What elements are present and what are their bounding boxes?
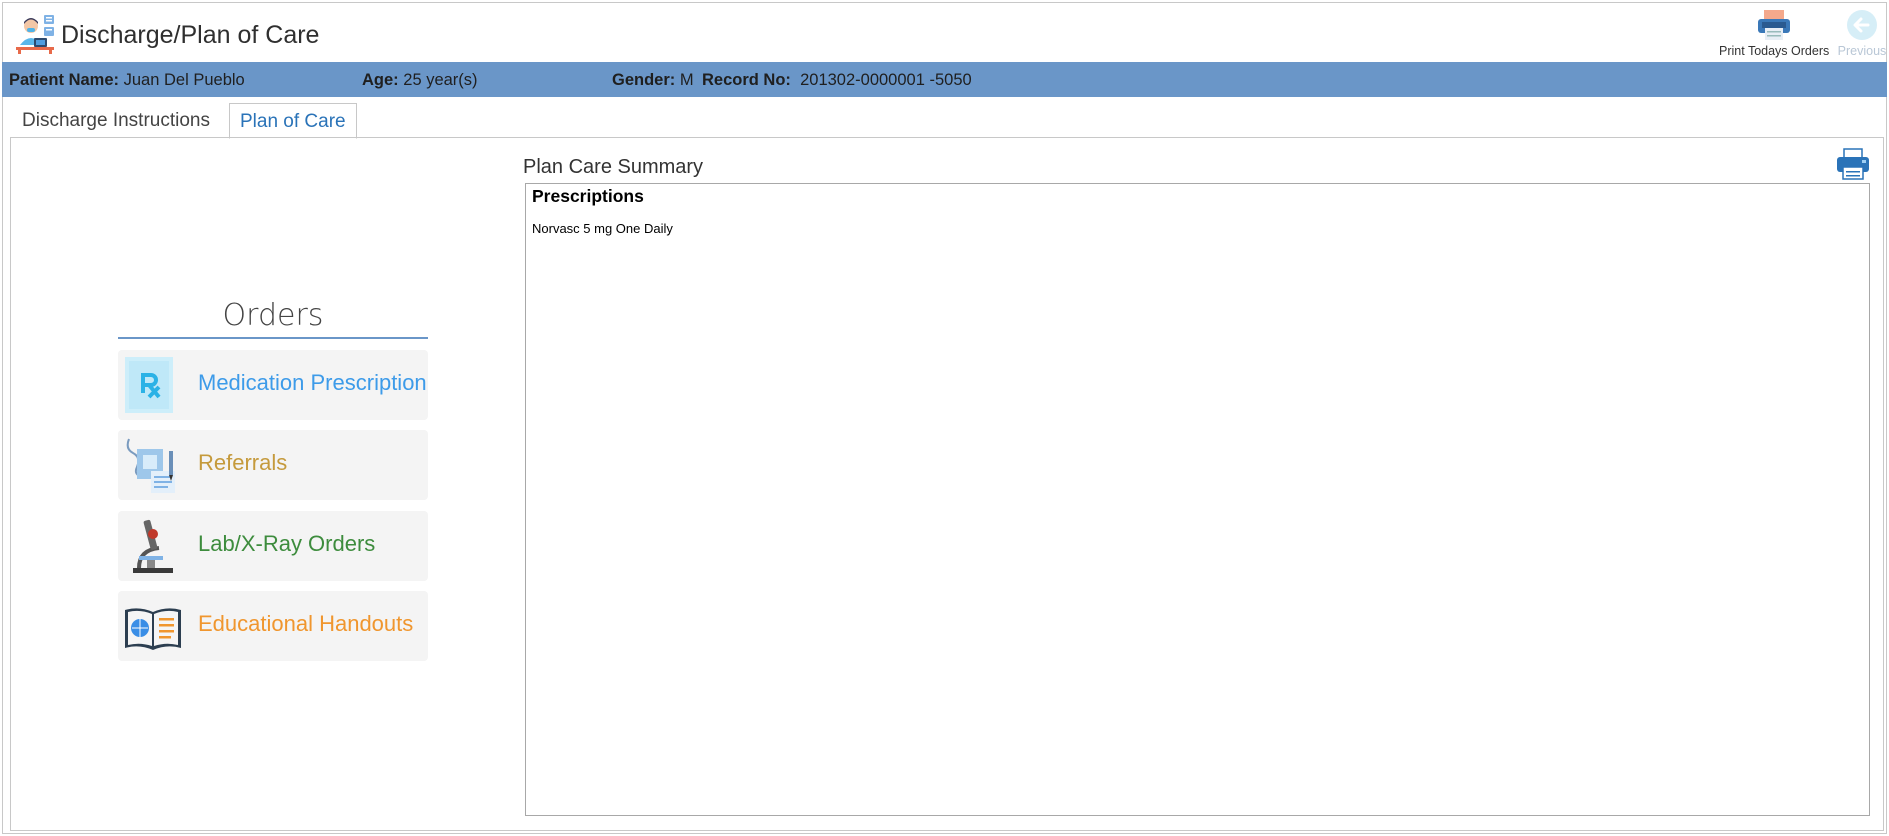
patient-info-bar: Patient Name: Juan Del Pueblo Age: 25 ye… <box>2 62 1887 97</box>
previous-label: Previous <box>1837 44 1887 58</box>
plan-care-summary-box[interactable]: Prescriptions Norvasc 5 mg One Daily <box>525 183 1870 816</box>
prescription-line: Norvasc 5 mg One Daily <box>532 221 673 236</box>
previous-button[interactable]: Previous <box>1835 9 1889 58</box>
record-number-label: Record No: <box>702 71 791 89</box>
lab-xray-orders-label: Lab/X-Ray Orders <box>198 531 376 556</box>
print-todays-orders-button[interactable]: Print Todays Orders <box>1719 9 1829 58</box>
educational-handouts-button[interactable]: Educational Handouts <box>118 591 428 661</box>
medication-prescription-label: Medication Prescription <box>198 370 427 395</box>
plan-care-summary-title: Plan Care Summary <box>523 156 704 178</box>
record-number-field: Record No: 201302-0000001 -5050 <box>702 71 972 90</box>
prescription-icon <box>125 357 173 413</box>
doctor-at-desk-icon <box>16 15 54 54</box>
plan-of-care-panel: Orders Medication Prescription Referrals <box>10 137 1884 831</box>
microscope-icon <box>133 519 173 573</box>
lab-xray-orders-button[interactable]: Lab/X-Ray Orders <box>118 511 428 581</box>
patient-name-value: Juan Del Pueblo <box>123 71 245 89</box>
patient-gender-value: M <box>679 71 694 89</box>
record-number-value: 201302-0000001 -5050 <box>800 71 972 89</box>
referral-icon <box>126 438 175 493</box>
print-summary-icon[interactable] <box>1836 148 1870 180</box>
printer-icon <box>1758 10 1790 40</box>
referrals-label: Referrals <box>198 450 288 475</box>
educational-handouts-label: Educational Handouts <box>198 611 414 636</box>
orders-divider <box>118 337 428 339</box>
patient-age-value: 25 year(s) <box>403 71 478 89</box>
tab-discharge-instructions[interactable]: Discharge Instructions <box>12 103 220 138</box>
patient-age-label: Age: <box>362 71 399 89</box>
print-todays-orders-label: Print Todays Orders <box>1719 44 1830 58</box>
page-title: Discharge/Plan of Care <box>61 21 320 49</box>
arrow-left-icon <box>1847 10 1877 40</box>
medication-prescription-button[interactable]: Medication Prescription <box>118 350 428 420</box>
orders-heading: Orders <box>222 298 324 333</box>
referrals-button[interactable]: Referrals <box>118 430 428 500</box>
patient-name-field: Patient Name: Juan Del Pueblo <box>9 71 245 90</box>
patient-gender-label: Gender: <box>612 71 676 89</box>
patient-age-field: Age: 25 year(s) <box>362 71 478 90</box>
title-bar: Discharge/Plan of Care Print Todays Orde… <box>3 3 1888 63</box>
prescriptions-heading: Prescriptions <box>532 186 644 206</box>
patient-name-label: Patient Name: <box>9 71 120 89</box>
book-icon <box>125 608 181 650</box>
tab-plan-of-care[interactable]: Plan of Care <box>229 103 357 139</box>
patient-gender-field: Gender: M <box>612 71 694 90</box>
